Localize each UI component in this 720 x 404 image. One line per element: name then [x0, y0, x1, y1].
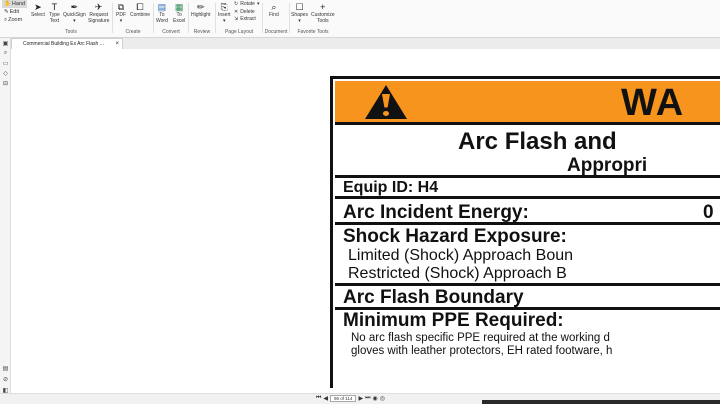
dropdown-icon: ▾	[119, 17, 123, 24]
bookmark-icon[interactable]: ▭	[0, 58, 11, 68]
rotate-icon: ↻	[234, 1, 239, 7]
restricted-approach: Restricted (Shock) Approach B	[348, 265, 567, 282]
ppe-row: Minimum PPE Required: No arc flash speci…	[335, 310, 720, 391]
group-convert: Convert	[162, 29, 180, 35]
mode-edit[interactable]: ✎ Edit	[2, 8, 27, 16]
arc-boundary-row: Arc Flash Boundary	[335, 286, 720, 310]
zoom-icon: ⌕	[4, 17, 8, 23]
group-document: Document	[264, 29, 288, 35]
comment-icon[interactable]: ▤	[0, 363, 11, 373]
last-page-icon[interactable]: ⏭	[365, 395, 370, 402]
forward-icon[interactable]: ◎	[380, 395, 385, 402]
arc-energy-label: Arc Incident Energy:	[343, 202, 529, 223]
dropdown-icon: ▾	[298, 17, 301, 24]
taskbar-edge	[482, 400, 720, 404]
pdf-button[interactable]: ⧉ PDF ▾	[116, 2, 126, 24]
left-sidebar: ▣ ⌕ ▭ ◇ ⊟ ▤ ⊘ ◧	[0, 38, 11, 404]
group-tools: Tools	[65, 29, 77, 35]
arc-flash-label: WA Arc Flash and Appropri Equip ID: H4 A…	[330, 76, 720, 388]
extract-icon: ⇲	[234, 16, 239, 22]
page-number-input[interactable]: 96 of 114	[330, 395, 357, 402]
quicksign-button[interactable]: ✒ QuickSign ▾	[63, 2, 86, 24]
mode-zoom[interactable]: ⌕ Zoom	[2, 16, 27, 24]
group-create: Create	[125, 29, 141, 35]
to-word-button[interactable]: ▤ To Word	[156, 2, 168, 24]
hand-icon: ✋	[4, 1, 11, 7]
pages-icon[interactable]: ▣	[0, 38, 11, 48]
group-review: Review	[193, 29, 211, 35]
ribbon-toolbar: ✋ Hand ✎ Edit ⌕ Zoom ➤ Select T Type Text ✒…	[0, 0, 720, 38]
shock-hazard-row: Shock Hazard Exposure: Limited (Shock) A…	[335, 225, 720, 286]
title-block: Arc Flash and Appropri	[335, 128, 720, 178]
document-tab[interactable]: Commercial Building Ex Arc Flash ... ×	[11, 38, 123, 49]
mode-hand[interactable]: ✋ Hand	[2, 0, 28, 8]
delete-icon: ✕	[234, 8, 239, 15]
edit-icon: ✎	[4, 9, 9, 15]
shapes-button[interactable]: ☐ Shapes ▾	[291, 2, 308, 24]
equip-id-row: Equip ID: H4	[335, 178, 720, 199]
customize-tools-button[interactable]: + Customize Tools	[311, 2, 335, 24]
select-button[interactable]: ➤ Select	[31, 2, 45, 19]
group-favorite-tools: Favorite Tools	[297, 29, 329, 35]
back-icon[interactable]: ◉	[373, 395, 378, 402]
lock-icon[interactable]: ⊟	[0, 78, 11, 88]
request-signature-button[interactable]: ✈ Request Signature	[88, 2, 109, 24]
rotate-button[interactable]: ↻ Rotate ▾	[234, 1, 259, 9]
search-icon[interactable]: ⌕	[0, 48, 11, 58]
attachment-icon[interactable]: ⊘	[0, 374, 11, 384]
ppe-line-2: gloves with leather protectors, EH rated…	[351, 345, 613, 357]
type-text-button[interactable]: T Type Text	[49, 2, 60, 24]
warning-band: WA	[335, 81, 720, 125]
combine-button[interactable]: ⧠ Combine	[130, 2, 150, 19]
next-page-icon[interactable]: ▶	[358, 395, 363, 402]
document-canvas[interactable]: WA Arc Flash and Appropri Equip ID: H4 A…	[11, 49, 720, 393]
arc-energy-row: Arc Incident Energy: 0	[335, 199, 720, 225]
extract-button[interactable]: ⇲ Extract	[234, 16, 259, 24]
shock-hazard-label: Shock Hazard Exposure:	[343, 226, 567, 247]
tag-icon[interactable]: ◇	[0, 68, 11, 78]
find-button[interactable]: ⌕ Find	[269, 2, 279, 19]
insert-button[interactable]: ⎘ Insert ▾	[218, 2, 231, 24]
arc-energy-value: 0	[703, 202, 714, 223]
min-ppe-label: Minimum PPE Required:	[343, 310, 564, 331]
first-page-icon[interactable]: ⏮	[316, 395, 321, 402]
group-page-layout: Page Layout	[224, 29, 254, 35]
delete-button[interactable]: ✕ Delete	[234, 9, 259, 17]
dropdown-icon: ▾	[223, 17, 226, 24]
ppe-line-1: No arc flash specific PPE required at th…	[351, 332, 610, 344]
arc-boundary-label: Arc Flash Boundary	[343, 287, 524, 308]
equip-id: Equip ID: H4	[343, 179, 439, 196]
close-icon[interactable]: ×	[115, 39, 119, 49]
sign-subtitle: Appropri	[567, 155, 648, 176]
limited-approach: Limited (Shock) Approach Boun	[348, 247, 574, 264]
prev-page-icon[interactable]: ◀	[323, 395, 328, 402]
highlight-button[interactable]: ✏ Highlight	[191, 2, 210, 19]
page-tools: ↻ Rotate ▾ ✕ Delete ⇲ Extract	[234, 1, 259, 24]
mode-selector: ✋ Hand ✎ Edit ⌕ Zoom	[2, 0, 28, 24]
to-excel-button[interactable]: ▦ To Excel	[173, 2, 185, 24]
sign-title: Arc Flash and	[458, 128, 617, 155]
document-tab-bar: Commercial Building Ex Arc Flash ... ×	[11, 38, 720, 49]
warning-heading: WA	[621, 82, 685, 124]
page-navigator: ⏮ ◀ 96 of 114 ▶ ⏭ ◉ ◎	[316, 395, 385, 402]
